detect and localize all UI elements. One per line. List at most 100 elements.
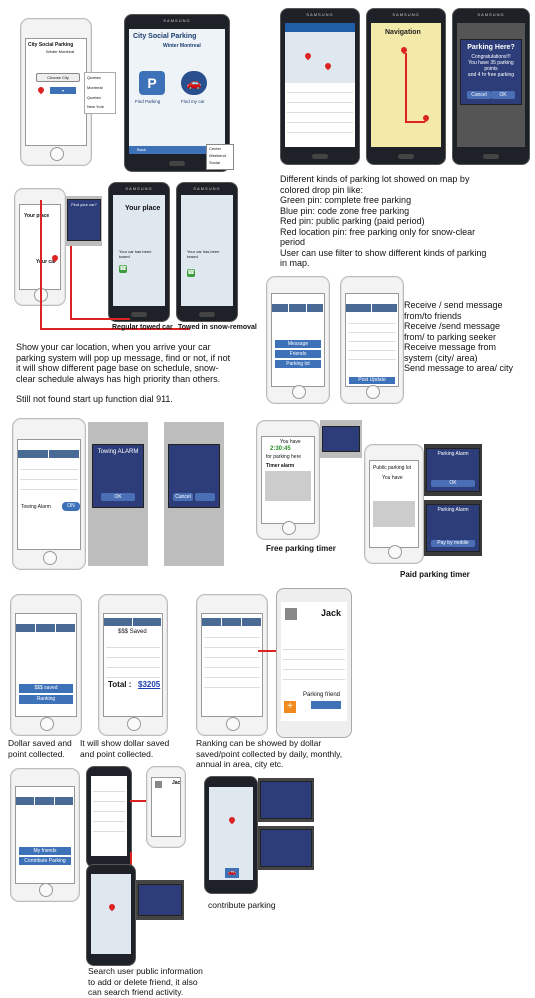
tab[interactable] xyxy=(18,449,49,458)
phone-icon[interactable]: ☎ xyxy=(119,265,127,274)
ranking-row[interactable] xyxy=(204,650,260,659)
tab[interactable] xyxy=(306,304,324,313)
red-pin-icon[interactable] xyxy=(227,816,237,825)
ranking-row[interactable] xyxy=(204,660,260,669)
list-item[interactable] xyxy=(287,125,353,133)
ranking-row[interactable] xyxy=(204,670,260,679)
red-pin-icon[interactable] xyxy=(323,61,333,71)
car-icon[interactable]: 🚗 xyxy=(225,868,239,879)
towing-alarm-toggle[interactable]: ON xyxy=(62,501,80,511)
ok-button[interactable]: OK xyxy=(491,90,515,99)
red-pin-icon[interactable] xyxy=(303,51,313,61)
ranking-row[interactable] xyxy=(204,680,260,689)
friend-row[interactable] xyxy=(93,784,125,792)
list-item[interactable] xyxy=(287,115,353,123)
tab[interactable] xyxy=(56,624,76,633)
home-button[interactable] xyxy=(292,385,306,400)
friend-row[interactable] xyxy=(93,824,125,832)
home-button[interactable] xyxy=(131,311,147,317)
social-share-icon[interactable] xyxy=(311,701,341,710)
cancel-button[interactable]: Cancel xyxy=(467,90,491,99)
city-menu-item[interactable]: New York xyxy=(87,104,104,109)
ranking-row[interactable] xyxy=(204,630,260,639)
home-button[interactable] xyxy=(43,550,57,565)
message-row[interactable] xyxy=(348,334,396,343)
home-button[interactable] xyxy=(40,716,54,731)
tab[interactable] xyxy=(49,449,80,458)
filter-menu-item[interactable]: Center xyxy=(209,146,221,151)
find-parking-icon[interactable]: P xyxy=(139,71,165,96)
tab[interactable] xyxy=(222,618,242,627)
tab[interactable] xyxy=(133,618,162,627)
home-button[interactable] xyxy=(39,883,53,898)
tab[interactable] xyxy=(16,797,36,806)
red-pin-icon[interactable] xyxy=(107,902,117,912)
city-menu-item[interactable]: Montreal xyxy=(87,85,103,90)
choose-city-button[interactable]: Choose City xyxy=(36,72,80,82)
menu-message-button[interactable]: Message xyxy=(275,340,321,349)
friend-row[interactable] xyxy=(93,794,125,802)
menu-parking-lot-button[interactable]: Parking lot xyxy=(275,360,321,369)
city-menu-item[interactable]: Quebec xyxy=(87,95,101,100)
list-item[interactable] xyxy=(287,85,353,93)
tab[interactable] xyxy=(346,304,372,313)
tab[interactable] xyxy=(54,797,74,806)
timer-picker[interactable] xyxy=(373,501,415,528)
tab[interactable] xyxy=(372,304,398,313)
search-row[interactable] xyxy=(20,482,78,490)
tab[interactable] xyxy=(289,304,307,313)
message-row[interactable] xyxy=(348,325,396,334)
friend-row[interactable] xyxy=(93,804,125,812)
home-button[interactable] xyxy=(226,716,240,731)
tab[interactable] xyxy=(202,618,222,627)
friend-row[interactable] xyxy=(93,814,125,822)
home-button[interactable] xyxy=(366,385,380,400)
tab[interactable] xyxy=(242,618,262,627)
home-button[interactable] xyxy=(50,146,64,161)
timer-picker[interactable] xyxy=(265,471,311,502)
list-item[interactable] xyxy=(287,105,353,113)
home-button[interactable] xyxy=(312,154,328,160)
message-row[interactable] xyxy=(348,343,396,352)
contribute-parking-button[interactable]: Contribute Parking xyxy=(19,857,71,866)
home-button[interactable] xyxy=(169,161,185,167)
add-friend-icon[interactable]: + xyxy=(284,701,296,714)
menu-friends-button[interactable]: Friends xyxy=(275,350,321,359)
filter-menu-item[interactable]: Social xyxy=(209,160,220,165)
ranking-row[interactable] xyxy=(204,640,260,649)
list-item[interactable] xyxy=(287,95,353,103)
home-button[interactable] xyxy=(398,154,414,160)
saved-button[interactable]: $$$ saved xyxy=(19,684,73,694)
home-button[interactable] xyxy=(483,154,499,160)
tab[interactable] xyxy=(36,624,56,633)
find-my-car-icon[interactable]: 🚗 xyxy=(181,71,207,96)
ranking-button[interactable]: Ranking xyxy=(19,695,73,705)
confirm-button[interactable] xyxy=(195,493,215,501)
post-update-button[interactable]: Post Update xyxy=(349,376,395,384)
filter-menu-item[interactable]: Weekend xyxy=(209,153,226,158)
find-my-car-label[interactable]: Find my car xyxy=(181,99,205,104)
message-row[interactable] xyxy=(348,316,396,325)
navigation-samsung: SAMSUNG Navigation xyxy=(366,8,446,165)
home-button[interactable] xyxy=(127,716,141,731)
ok-button[interactable]: OK xyxy=(431,480,475,487)
pay-by-mobile-button[interactable]: Pay by mobile xyxy=(431,540,475,547)
find-parking-label[interactable]: Find Parking xyxy=(135,99,160,104)
home-button[interactable] xyxy=(388,545,402,560)
search-row[interactable] xyxy=(20,462,78,470)
message-row[interactable] xyxy=(348,352,396,361)
tab[interactable] xyxy=(272,304,290,313)
home-button[interactable] xyxy=(199,311,215,317)
city-select[interactable]: ▾ xyxy=(50,86,76,94)
my-friends-button[interactable]: My friends xyxy=(19,847,71,856)
tab[interactable] xyxy=(16,624,36,633)
city-menu-item[interactable]: Quebec xyxy=(87,75,101,80)
tab[interactable] xyxy=(104,618,133,627)
phone-icon[interactable]: ☎ xyxy=(187,269,195,278)
search-row[interactable] xyxy=(20,472,78,480)
ok-button[interactable]: OK xyxy=(101,493,135,501)
cancel-button[interactable]: Cancel xyxy=(173,493,193,501)
tab[interactable] xyxy=(35,797,55,806)
back-button[interactable]: Back xyxy=(137,147,146,152)
home-button[interactable] xyxy=(282,521,296,536)
